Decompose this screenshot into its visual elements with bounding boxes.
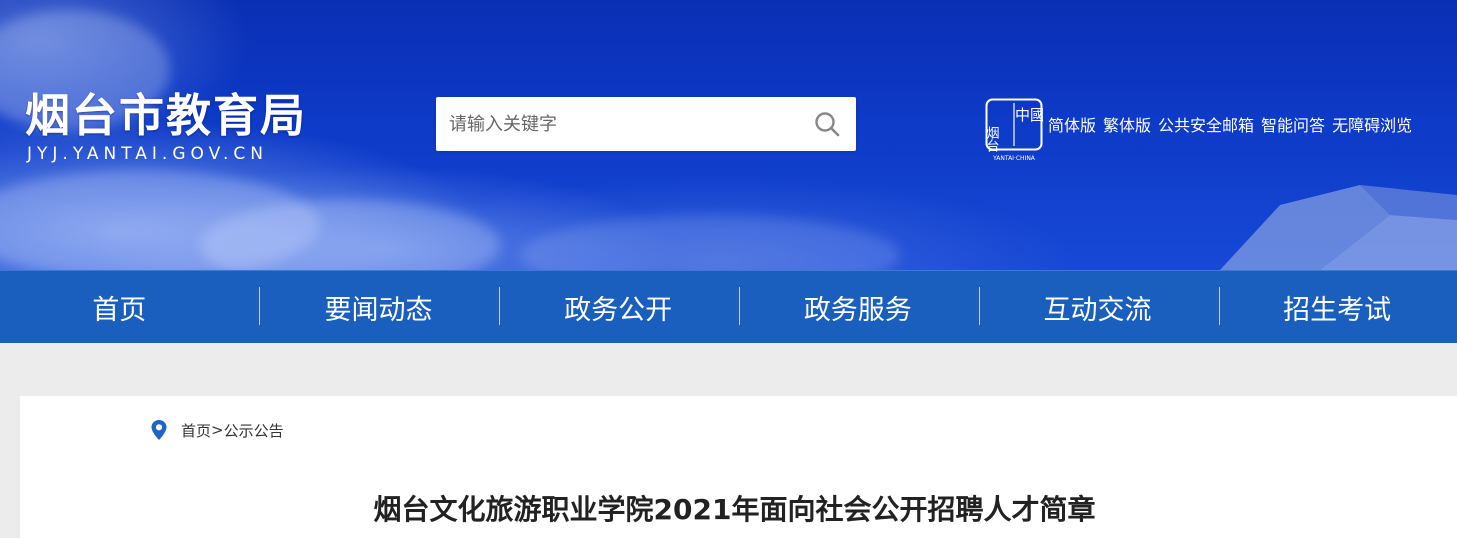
nav-divider <box>739 287 740 325</box>
breadcrumb-current[interactable]: 公示公告 <box>224 420 284 441</box>
nav-item-label: 互动交流 <box>1043 294 1152 326</box>
nav-item-label: 招生考试 <box>1283 294 1392 326</box>
link-smart-qa[interactable]: 智能问答 <box>1261 114 1325 138</box>
link-simplified[interactable]: 简体版 <box>1048 114 1096 138</box>
seal-glyph: 中國 <box>1015 106 1043 124</box>
search-input[interactable] <box>436 97 796 151</box>
breadcrumb: 首页 > 公示公告 <box>150 418 284 442</box>
nav-item-gov-affairs-open[interactable]: 政务公开 <box>498 271 738 343</box>
link-public-security-mailbox[interactable]: 公共安全邮箱 <box>1158 114 1254 138</box>
book-decoration <box>1220 185 1457 270</box>
nav-divider <box>499 287 500 325</box>
article-panel: 首页 > 公示公告 烟台文化旅游职业学院2021年面向社会公开招聘人才简章 <box>20 396 1457 538</box>
article-title: 烟台文化旅游职业学院2021年面向社会公开招聘人才简章 <box>373 493 1096 526</box>
nav-item-gov-services[interactable]: 政务服务 <box>738 271 978 343</box>
seal-glyph-side: 烟台 <box>985 126 999 152</box>
search-box <box>436 97 856 151</box>
nav-item-label: 首页 <box>92 294 147 326</box>
nav-item-home[interactable]: 首页 <box>0 271 259 343</box>
main-nav: 首页 要闻动态 政务公开 政务服务 互动交流 招生考试 <box>0 270 1457 343</box>
site-header: 烟台市教育局 JYJ.YANTAI.GOV.CN 中國 烟台 YANTAI·CH… <box>0 0 1457 270</box>
seal-caption: YANTAI·CHINA <box>992 155 1036 162</box>
breadcrumb-home[interactable]: 首页 <box>181 420 211 441</box>
site-logo-title[interactable]: 烟台市教育局 <box>25 92 307 140</box>
search-icon[interactable] <box>814 111 840 137</box>
nav-item-news[interactable]: 要闻动态 <box>259 271 499 343</box>
location-pin-icon <box>151 420 167 440</box>
site-logo-domain: JYJ.YANTAI.GOV.CN <box>27 144 269 164</box>
nav-item-admissions-exams[interactable]: 招生考试 <box>1217 271 1457 343</box>
breadcrumb-separator: > <box>211 421 224 439</box>
top-links: 简体版 繁体版 公共安全邮箱 智能问答 无障碍浏览 <box>1048 114 1412 138</box>
yantai-china-seal-icon: 中國 烟台 YANTAI·CHINA <box>985 98 1043 162</box>
link-traditional[interactable]: 繁体版 <box>1103 114 1151 138</box>
nav-item-interaction[interactable]: 互动交流 <box>978 271 1218 343</box>
nav-item-label: 政务公开 <box>564 294 673 326</box>
nav-divider <box>1219 287 1220 325</box>
nav-item-label: 要闻动态 <box>324 294 433 326</box>
link-accessibility[interactable]: 无障碍浏览 <box>1332 114 1412 138</box>
nav-item-label: 政务服务 <box>803 294 912 326</box>
nav-divider <box>259 287 260 325</box>
nav-divider <box>979 287 980 325</box>
cloud-decoration <box>520 215 900 270</box>
